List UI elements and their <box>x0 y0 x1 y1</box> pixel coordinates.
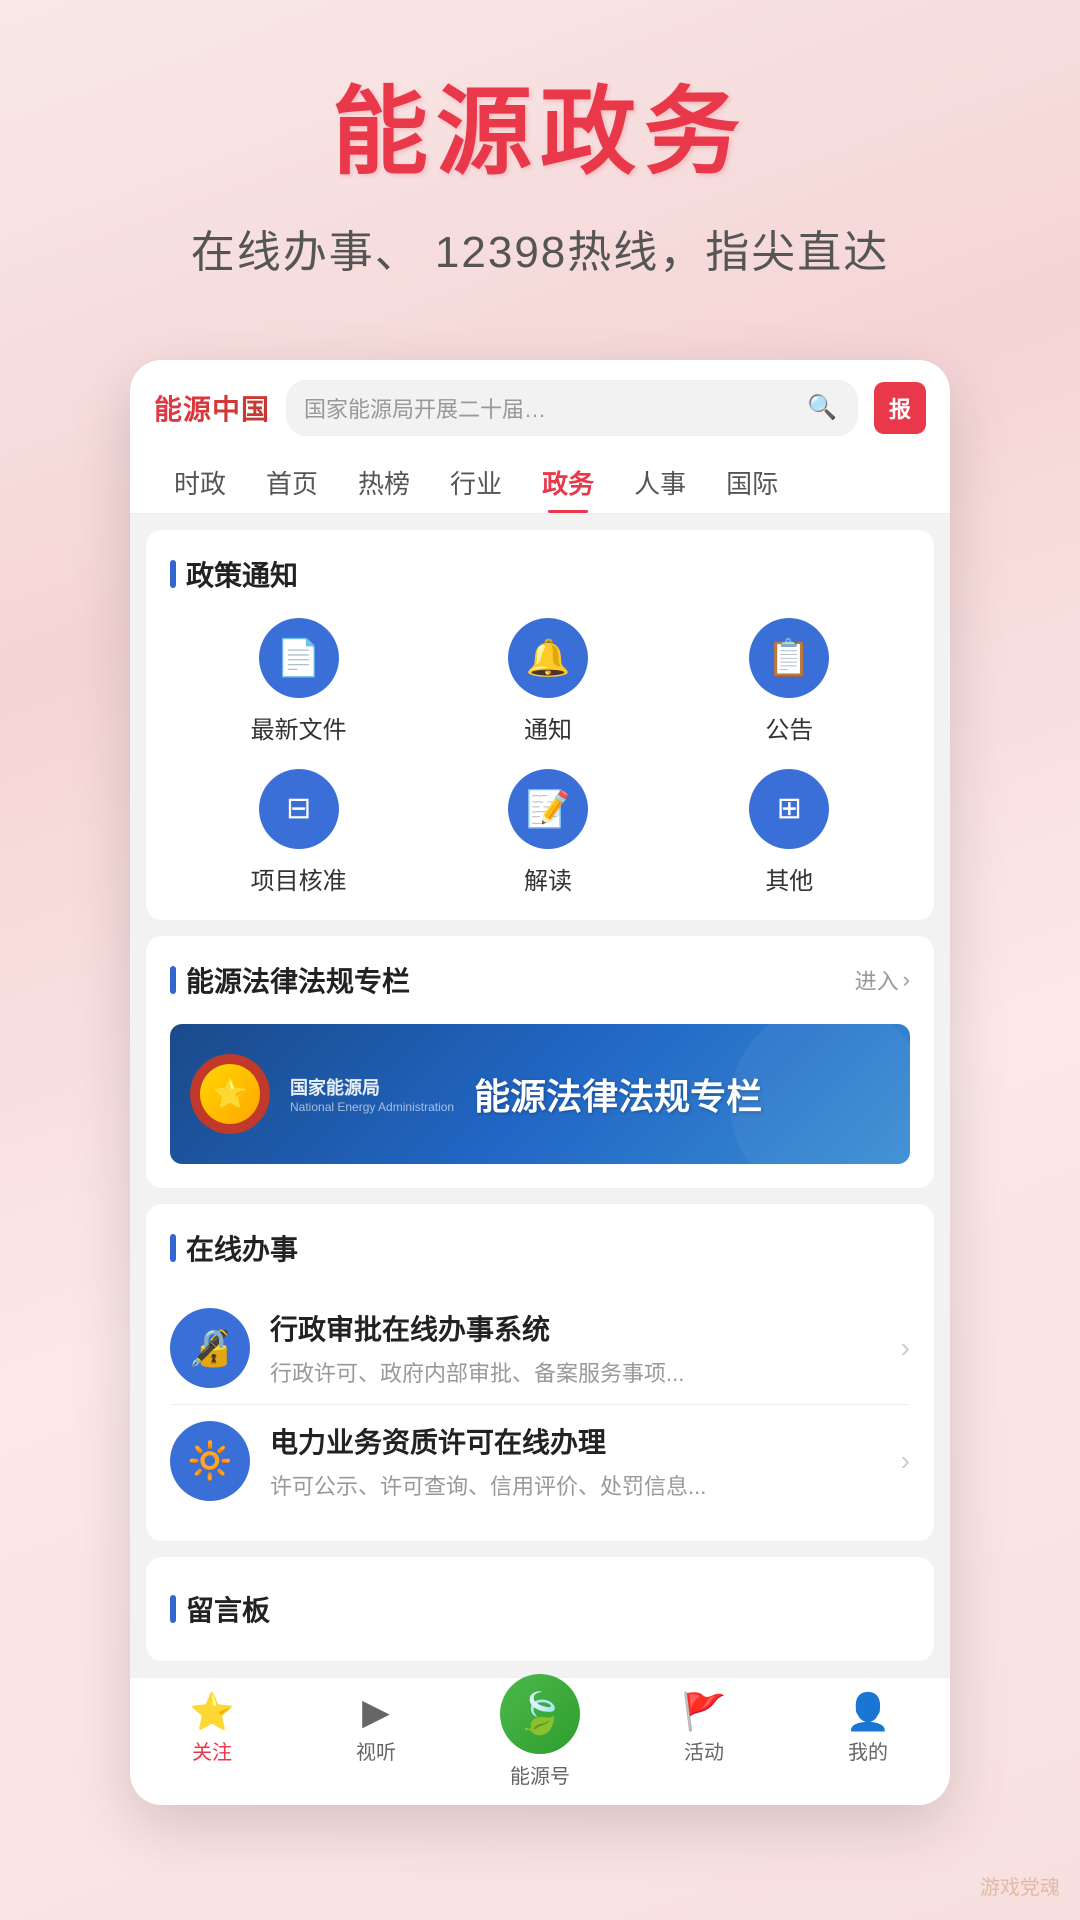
notice-label: 通知 <box>524 710 572 745</box>
emblem-icon: ⭐ <box>200 1064 260 1124</box>
policy-row-1: 📄 最新文件 🔔 通知 📋 公告 <box>170 618 910 745</box>
power-title: 电力业务资质许可在线办理 <box>270 1421 881 1461</box>
nav-item-mine[interactable]: 👤 我的 <box>786 1678 950 1805</box>
media-icon: ▶ <box>362 1694 390 1730</box>
law-org-info: 国家能源局 National Energy Administration <box>290 1074 454 1114</box>
interpret-icon: 📝 <box>508 769 588 849</box>
follow-label: 关注 <box>192 1736 232 1765</box>
energy-icon-wrap: 🍃 <box>500 1674 580 1754</box>
policy-item-interpret[interactable]: 📝 解读 <box>508 769 588 896</box>
message-board-section: 留言板 <box>146 1557 934 1661</box>
search-bar[interactable]: 国家能源局开展二十届… 🔍 <box>286 380 858 436</box>
law-org-name: 国家能源局 <box>290 1074 454 1100</box>
nav-tabs: 时政 首页 热榜 行业 政务 人事 国际 <box>154 452 926 513</box>
media-label: 视听 <box>356 1736 396 1765</box>
law-enter-btn[interactable]: 进入 › <box>855 964 910 996</box>
admin-title: 行政审批在线办事系统 <box>270 1308 881 1348</box>
tab-zhengwu[interactable]: 政务 <box>522 452 614 513</box>
power-content: 电力业务资质许可在线办理 许可公示、许可查询、信用评价、处罚信息... <box>270 1421 881 1501</box>
project-icon: ⊟ <box>259 769 339 849</box>
project-label: 项目核准 <box>251 861 347 896</box>
files-icon: 📄 <box>259 618 339 698</box>
law-section-title: 能源法律法规专栏 进入 › <box>170 960 910 1000</box>
admin-icon: 🔏 <box>170 1308 250 1388</box>
announcement-icon: 📋 <box>749 618 829 698</box>
policy-item-notice[interactable]: 🔔 通知 <box>508 618 588 745</box>
online-section-title: 在线办事 <box>170 1228 910 1268</box>
activity-label: 活动 <box>684 1736 724 1765</box>
message-board-title: 留言板 <box>170 1581 910 1637</box>
law-banner-title: 能源法律法规专栏 <box>474 1068 762 1120</box>
hero-subtitle: 在线办事、 12398热线，指尖直达 <box>40 216 1040 280</box>
chevron-right-icon: › <box>903 967 910 993</box>
policy-grid: 📄 最新文件 🔔 通知 📋 公告 ⊟ 项目核准 <box>170 618 910 896</box>
app-logo: 能源中国 <box>154 388 270 428</box>
search-icon[interactable]: 🔍 <box>804 390 840 426</box>
hero-section: 能源政务 在线办事、 12398热线，指尖直达 <box>0 0 1080 320</box>
tab-shizhen[interactable]: 时政 <box>154 452 246 513</box>
files-label: 最新文件 <box>251 710 347 745</box>
tab-industry[interactable]: 行业 <box>430 452 522 513</box>
tab-home[interactable]: 首页 <box>246 452 338 513</box>
nav-item-media[interactable]: ▶ 视听 <box>294 1678 458 1805</box>
admin-content: 行政审批在线办事系统 行政许可、政府内部审批、备案服务事项... <box>270 1308 881 1388</box>
policy-section-title: 政策通知 <box>170 554 910 594</box>
nav-item-activity[interactable]: 🚩 活动 <box>622 1678 786 1805</box>
admin-arrow-icon: › <box>901 1332 910 1364</box>
mine-label: 我的 <box>848 1736 888 1765</box>
online-section: 在线办事 🔏 行政审批在线办事系统 行政许可、政府内部审批、备案服务事项... … <box>146 1204 934 1541</box>
energy-label: 能源号 <box>510 1760 570 1789</box>
other-icon: ⊞ <box>749 769 829 849</box>
policy-item-project[interactable]: ⊟ 项目核准 <box>251 769 347 896</box>
app-container: 能源中国 国家能源局开展二十届… 🔍 报 时政 首页 热榜 行业 政务 人事 国… <box>130 360 950 1805</box>
tab-hot[interactable]: 热榜 <box>338 452 430 513</box>
policy-section: 政策通知 📄 最新文件 🔔 通知 📋 公告 <box>146 530 934 920</box>
activity-icon: 🚩 <box>682 1694 727 1730</box>
law-banner[interactable]: ⭐ 国家能源局 National Energy Administration 能… <box>170 1024 910 1164</box>
tab-international[interactable]: 国际 <box>706 452 798 513</box>
law-org-en: National Energy Administration <box>290 1100 454 1114</box>
app-header-top: 能源中国 国家能源局开展二十届… 🔍 报 <box>154 380 926 436</box>
power-icon: 🔆 <box>170 1421 250 1501</box>
online-item-admin[interactable]: 🔏 行政审批在线办事系统 行政许可、政府内部审批、备案服务事项... › <box>170 1292 910 1405</box>
policy-item-announcement[interactable]: 📋 公告 <box>749 618 829 745</box>
follow-icon: ⭐ <box>190 1694 235 1730</box>
policy-item-files[interactable]: 📄 最新文件 <box>251 618 347 745</box>
interpret-label: 解读 <box>524 861 572 896</box>
watermark: 游戏党魂 <box>980 1871 1060 1900</box>
nav-item-energy[interactable]: 🍃 能源号 <box>458 1678 622 1805</box>
hero-title: 能源政务 <box>40 80 1040 186</box>
tab-renshii[interactable]: 人事 <box>614 452 706 513</box>
app-header: 能源中国 国家能源局开展二十届… 🔍 报 时政 首页 热榜 行业 政务 人事 国… <box>130 360 950 514</box>
policy-row-2: ⊟ 项目核准 📝 解读 ⊞ 其他 <box>170 769 910 896</box>
bottom-nav: ⭐ 关注 ▶ 视听 🍃 能源号 🚩 活动 👤 我的 <box>130 1677 950 1805</box>
online-item-power[interactable]: 🔆 电力业务资质许可在线办理 许可公示、许可查询、信用评价、处罚信息... › <box>170 1405 910 1517</box>
power-arrow-icon: › <box>901 1445 910 1477</box>
energy-icon: 🍃 <box>515 1690 565 1737</box>
other-label: 其他 <box>765 861 813 896</box>
nav-item-follow[interactable]: ⭐ 关注 <box>130 1678 294 1805</box>
content-area: 政策通知 📄 最新文件 🔔 通知 📋 公告 <box>130 514 950 1677</box>
mine-icon: 👤 <box>846 1694 891 1730</box>
admin-desc: 行政许可、政府内部审批、备案服务事项... <box>270 1356 881 1388</box>
search-placeholder: 国家能源局开展二十届… <box>304 392 796 424</box>
law-emblem: ⭐ <box>190 1054 270 1134</box>
power-desc: 许可公示、许可查询、信用评价、处罚信息... <box>270 1469 881 1501</box>
announcement-label: 公告 <box>765 710 813 745</box>
policy-item-other[interactable]: ⊞ 其他 <box>749 769 829 896</box>
notice-icon: 🔔 <box>508 618 588 698</box>
avatar[interactable]: 报 <box>874 382 926 434</box>
law-section: 能源法律法规专栏 进入 › ⭐ 国家能源局 National Energy Ad… <box>146 936 934 1188</box>
